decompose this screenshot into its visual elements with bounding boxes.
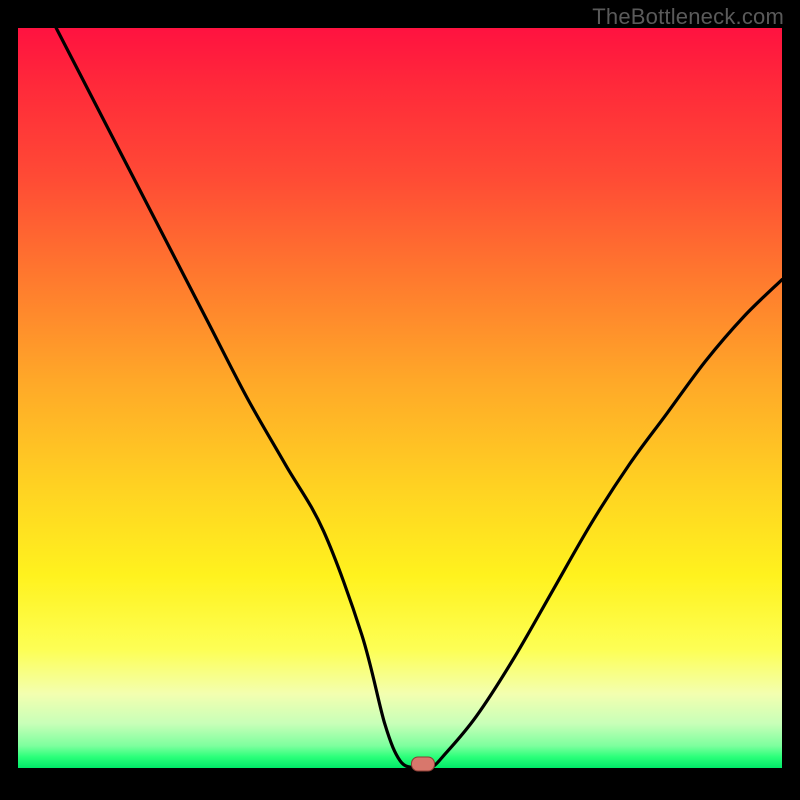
chart-frame: TheBottleneck.com <box>0 0 800 800</box>
plot-area <box>18 28 782 768</box>
watermark-text: TheBottleneck.com <box>592 4 784 30</box>
bottleneck-curve <box>18 28 782 768</box>
optimal-point-marker <box>411 757 435 772</box>
